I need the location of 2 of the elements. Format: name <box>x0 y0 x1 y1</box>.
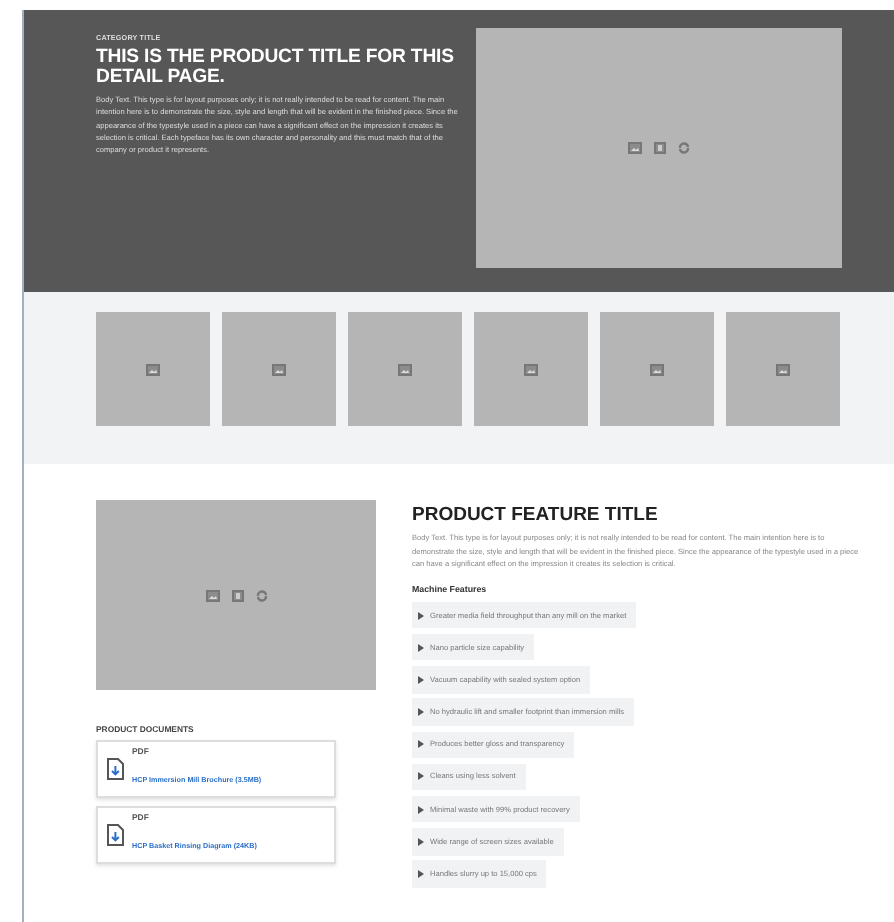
product-title: THIS IS THE PRODUCT TITLE FOR THIS DETAIL PAGE. <box>96 48 456 86</box>
feature-title: PRODUCT FEATURE TITLE <box>412 504 660 526</box>
